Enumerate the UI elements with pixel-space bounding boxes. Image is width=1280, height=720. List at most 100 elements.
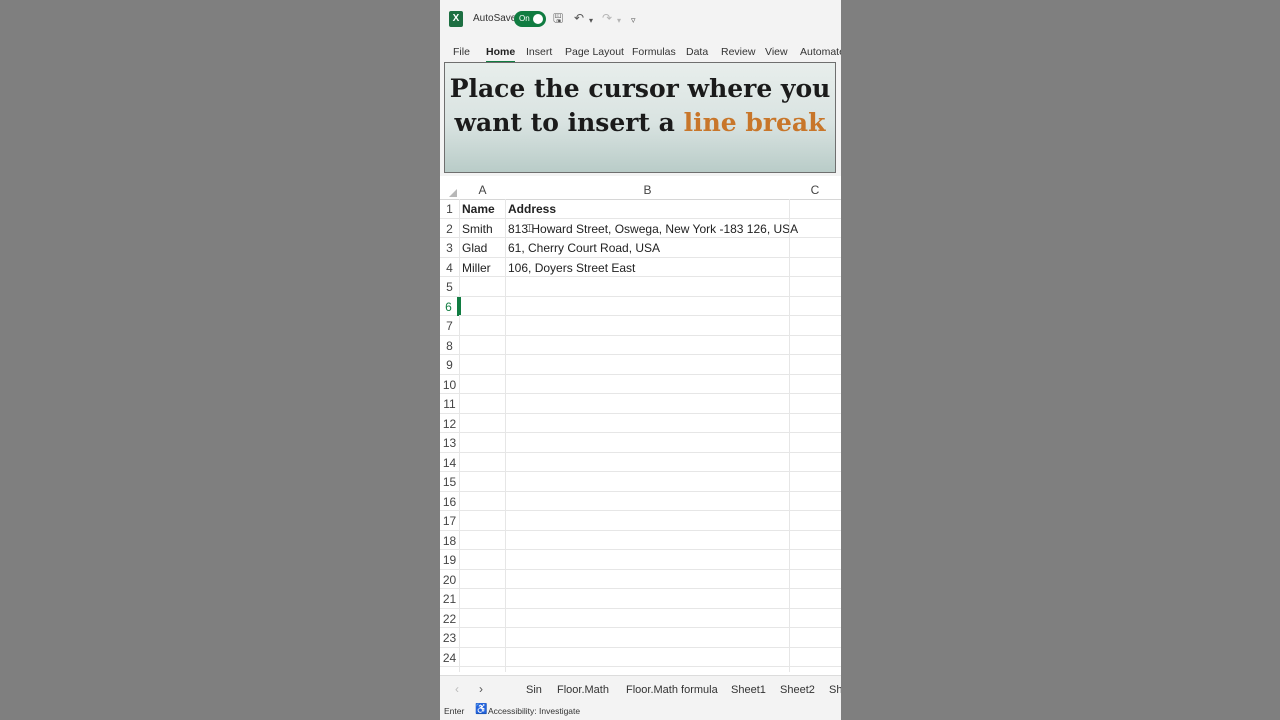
cell-grid[interactable]: 1 Name Address 2 Smith 813 Howard Street, Osw…	[440, 199, 841, 672]
undo-icon[interactable]: ↶	[574, 11, 584, 25]
row-header[interactable]: 10	[440, 375, 459, 394]
sheet-tab-sin[interactable]: Sin	[526, 684, 542, 696]
cell-a[interactable]	[462, 433, 505, 452]
accessibility-status[interactable]: Accessibility: Investigate	[488, 706, 580, 716]
cell-a[interactable]	[462, 511, 505, 530]
cell-c[interactable]	[792, 453, 841, 472]
cell-a[interactable]: Glad	[462, 238, 505, 257]
cell-c[interactable]	[792, 472, 841, 491]
cell-c[interactable]	[792, 414, 841, 433]
cell-c[interactable]	[792, 238, 841, 257]
row-header[interactable]: 3	[440, 238, 459, 257]
row-header[interactable]: 7	[440, 316, 459, 335]
row-header[interactable]: 11	[440, 394, 459, 413]
cell-a[interactable]	[462, 355, 505, 374]
cell-a[interactable]	[462, 531, 505, 550]
row-header[interactable]: 8	[440, 336, 459, 355]
tab-automate[interactable]: Automate	[800, 46, 841, 58]
row-header[interactable]: 4	[440, 258, 459, 277]
cell-c[interactable]	[792, 433, 841, 452]
cell-c[interactable]	[792, 667, 841, 672]
cell-c[interactable]	[792, 277, 841, 296]
cell-a[interactable]	[462, 609, 505, 628]
cell-c[interactable]	[792, 375, 841, 394]
cell-a[interactable]: Smith	[462, 219, 505, 238]
row-header[interactable]: 20	[440, 570, 459, 589]
row-header[interactable]: 18	[440, 531, 459, 550]
row-header[interactable]: 6	[440, 296, 459, 316]
tab-page-layout[interactable]: Page Layout	[565, 46, 624, 58]
row-header[interactable]: 15	[440, 472, 459, 491]
cell-a[interactable]	[462, 375, 505, 394]
row-header[interactable]: 19	[440, 550, 459, 569]
cell-c[interactable]	[792, 550, 841, 569]
customize-toolbar-icon[interactable]: ▿	[631, 13, 636, 27]
cell-a[interactable]	[462, 453, 505, 472]
cell-c[interactable]	[792, 394, 841, 413]
cell-c[interactable]	[792, 589, 841, 608]
cell-a[interactable]	[462, 277, 505, 296]
cell-c[interactable]	[792, 258, 841, 277]
cell-a[interactable]	[462, 472, 505, 491]
cell-a[interactable]	[462, 550, 505, 569]
cell-c[interactable]	[792, 316, 841, 335]
cell-b[interactable]: 813 Howard Street, Oswega, New York -183…	[508, 219, 798, 238]
tab-formulas[interactable]: Formulas	[632, 46, 676, 58]
autosave-toggle[interactable]: On	[514, 11, 546, 27]
cell-b[interactable]: 106, Doyers Street East	[508, 258, 635, 277]
cell-c[interactable]	[792, 199, 841, 218]
cell-c[interactable]	[792, 355, 841, 374]
sheet-tab-floor-math-formula[interactable]: Floor.Math formula	[626, 684, 718, 696]
cell-a[interactable]	[462, 297, 505, 316]
row-header[interactable]: 14	[440, 453, 459, 472]
cell-a[interactable]	[462, 336, 505, 355]
column-header-b[interactable]: B	[506, 180, 789, 199]
save-icon[interactable]: 🖫	[553, 11, 563, 25]
row-header[interactable]: 25	[440, 667, 459, 672]
accessibility-icon[interactable]: ♿	[475, 704, 487, 715]
cell-a[interactable]	[462, 628, 505, 647]
redo-dropdown-icon[interactable]: ▾	[617, 14, 621, 28]
column-header-c[interactable]: C	[789, 180, 841, 199]
cell-a[interactable]	[462, 394, 505, 413]
cell-a[interactable]	[462, 648, 505, 667]
row-header[interactable]: 24	[440, 648, 459, 667]
cell-c[interactable]	[792, 570, 841, 589]
tab-home[interactable]: Home	[486, 46, 516, 63]
cell-c[interactable]	[792, 628, 841, 647]
cell-a[interactable]	[462, 589, 505, 608]
row-header[interactable]: 1	[440, 199, 459, 218]
cell-a[interactable]	[462, 316, 505, 335]
cell-a[interactable]	[462, 667, 505, 672]
cell-c[interactable]	[792, 609, 841, 628]
tab-file[interactable]: File	[453, 46, 470, 58]
cell-c[interactable]	[792, 648, 841, 667]
row-header[interactable]: 22	[440, 609, 459, 628]
prev-sheet-icon[interactable]: ‹	[455, 682, 459, 696]
sheet-tab-floor-math[interactable]: Floor.Math	[557, 684, 609, 696]
undo-dropdown-icon[interactable]: ▾	[589, 14, 593, 28]
row-header[interactable]: 5	[440, 277, 459, 296]
cell-a[interactable]	[462, 570, 505, 589]
row-header[interactable]: 21	[440, 589, 459, 608]
row-header[interactable]: 13	[440, 433, 459, 452]
tab-data[interactable]: Data	[686, 46, 708, 58]
select-all-corner[interactable]	[440, 180, 459, 199]
row-header[interactable]: 9	[440, 355, 459, 374]
cell-a[interactable]: Name	[462, 199, 505, 218]
cell-a[interactable]	[462, 414, 505, 433]
cell-a[interactable]: Miller	[462, 258, 505, 277]
redo-icon[interactable]: ↷	[602, 11, 612, 25]
cell-c[interactable]	[792, 219, 841, 238]
sheet-tab-sheet2[interactable]: Sheet2	[780, 684, 815, 696]
row-header[interactable]: 16	[440, 492, 459, 511]
column-header-a[interactable]: A	[459, 180, 506, 199]
cell-c[interactable]	[792, 336, 841, 355]
tab-review[interactable]: Review	[721, 46, 755, 58]
cell-b[interactable]: 61, Cherry Court Road, USA	[508, 238, 660, 257]
row-header[interactable]: 23	[440, 628, 459, 647]
tab-view[interactable]: View	[765, 46, 788, 58]
cell-a[interactable]	[462, 492, 505, 511]
sheet-tab-sheet1[interactable]: Sheet1	[731, 684, 766, 696]
sheet-tab-truncated[interactable]: Sh	[829, 684, 841, 696]
